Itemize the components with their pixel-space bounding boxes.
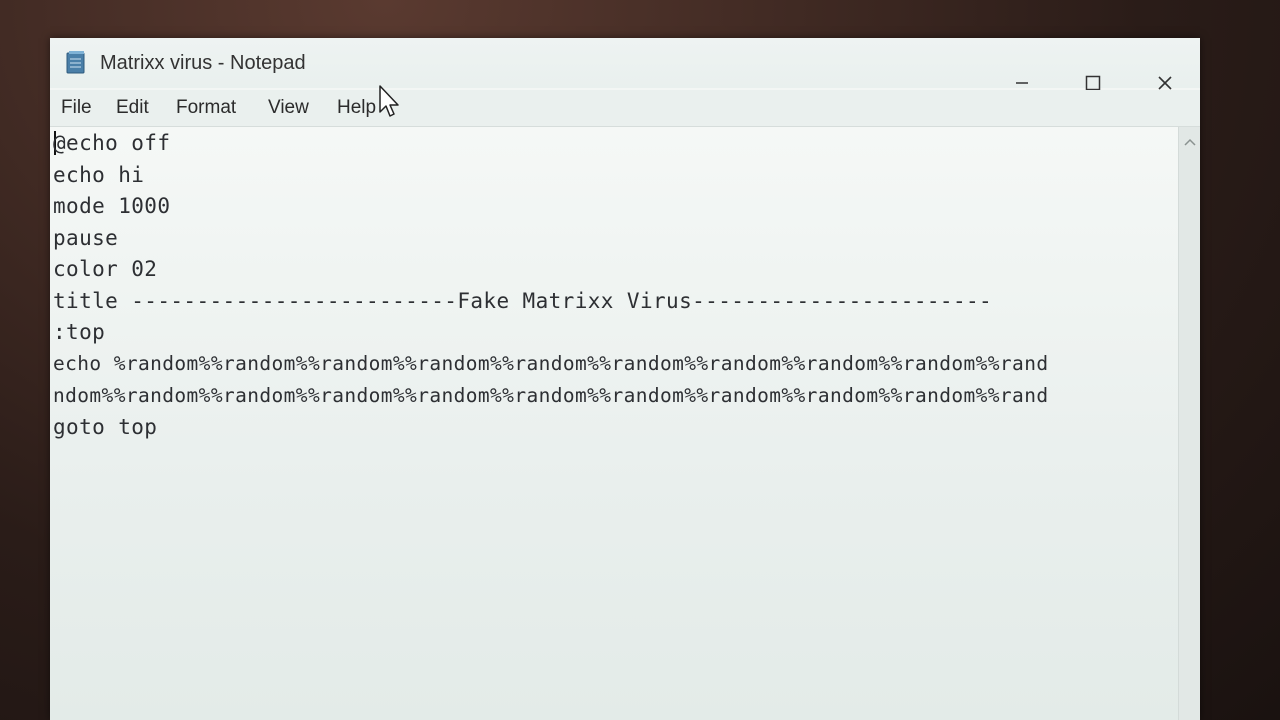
menu-edit[interactable]: Edit — [112, 95, 153, 121]
minimize-icon — [1014, 75, 1030, 91]
mouse-pointer-icon — [378, 84, 402, 120]
menu-format[interactable]: Format — [172, 95, 240, 121]
window-title: Matrixx virus - Notepad — [100, 52, 306, 74]
text-editor[interactable]: @echo off echo hi mode 1000 pause color … — [50, 127, 1178, 720]
editor-line: color 02 — [53, 257, 158, 281]
notepad-icon — [65, 50, 87, 74]
editor-line: goto top — [53, 415, 158, 439]
menu-file[interactable]: File — [57, 95, 96, 121]
editor-line: pause — [53, 226, 119, 250]
close-icon — [1157, 75, 1173, 91]
editor-line: @echo off — [53, 131, 171, 155]
editor-line: mode 1000 — [53, 194, 171, 218]
title-bar[interactable]: Matrixx virus - Notepad — [50, 38, 1200, 91]
editor-line: ndom%%random%%random%%random%%random%%ra… — [53, 384, 1049, 407]
notepad-window: Matrixx virus - Notepad File Edit Format… — [50, 38, 1200, 720]
editor-line: echo hi — [53, 163, 145, 187]
scroll-up-arrow-icon[interactable] — [1183, 133, 1197, 146]
editor-line: :top — [53, 320, 106, 344]
menu-view[interactable]: View — [264, 95, 313, 121]
maximize-icon — [1085, 75, 1101, 91]
editor-line: echo %random%%random%%random%%random%%ra… — [53, 352, 1049, 375]
vertical-scrollbar[interactable] — [1178, 127, 1200, 720]
menu-help[interactable]: Help — [333, 95, 380, 121]
menu-bar: File Edit Format View Help — [50, 90, 1200, 127]
editor-line: title -------------------------Fake Matr… — [53, 289, 993, 313]
